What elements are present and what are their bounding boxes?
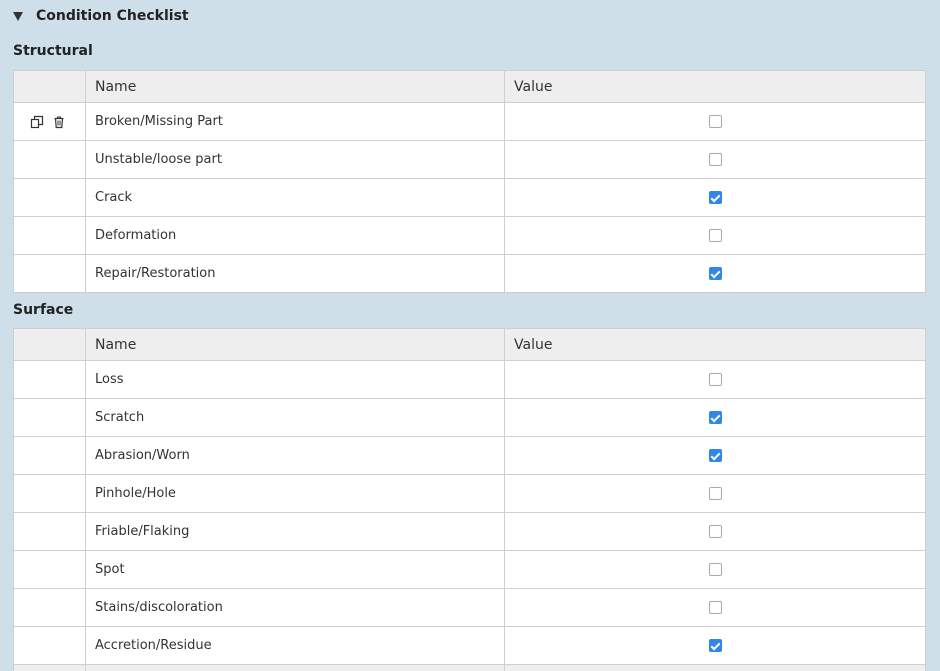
value-column-header[interactable]: Value <box>504 70 926 103</box>
row-actions <box>13 398 86 437</box>
table-row: Crack <box>13 178 926 217</box>
collapse-triangle-icon[interactable] <box>13 12 23 21</box>
row-actions <box>13 254 86 293</box>
row-name <box>85 664 505 671</box>
row-name: Broken/Missing Part <box>85 102 505 141</box>
row-actions <box>13 178 86 217</box>
row-name: Deformation <box>85 216 505 255</box>
table-row: Deformation <box>13 216 926 255</box>
table-row: Repair/Restoration <box>13 254 926 293</box>
row-name: Abrasion/Worn <box>85 436 505 475</box>
row-actions <box>13 216 86 255</box>
value-checkbox[interactable] <box>708 525 722 538</box>
row-value <box>504 102 926 141</box>
table-row: Broken/Missing Part <box>13 102 926 141</box>
row-actions <box>13 664 86 671</box>
section-title: Condition Checklist <box>36 8 189 24</box>
copy-icon[interactable] <box>30 115 44 129</box>
table-row: Unstable/loose part <box>13 140 926 179</box>
actions-column-header <box>13 70 86 103</box>
row-actions <box>13 550 86 589</box>
value-checkbox[interactable] <box>708 449 722 462</box>
row-name: Repair/Restoration <box>85 254 505 293</box>
table-header-row: Name Value <box>13 70 926 103</box>
group-title-structural: Structural <box>13 43 93 59</box>
condition-checklist-header[interactable]: Condition Checklist <box>0 0 940 36</box>
structural-table: Name Value Broken/Missing Part Unstable/… <box>13 70 926 293</box>
value-checkbox[interactable] <box>708 563 722 576</box>
table-header-row: Name Value <box>13 328 926 361</box>
actions-column-header <box>13 328 86 361</box>
row-value <box>504 588 926 627</box>
row-name: Pinhole/Hole <box>85 474 505 513</box>
value-checkbox[interactable] <box>708 115 722 128</box>
row-actions <box>13 360 86 399</box>
table-row: Pinhole/Hole <box>13 474 926 513</box>
value-checkbox[interactable] <box>708 229 722 242</box>
row-value <box>504 664 926 671</box>
row-value <box>504 550 926 589</box>
row-name: Stains/discoloration <box>85 588 505 627</box>
table-row: Abrasion/Worn <box>13 436 926 475</box>
value-checkbox[interactable] <box>708 191 722 204</box>
table-row: Scratch <box>13 398 926 437</box>
name-column-header[interactable]: Name <box>85 328 505 361</box>
name-column-header[interactable]: Name <box>85 70 505 103</box>
value-checkbox[interactable] <box>708 639 722 652</box>
row-actions <box>13 140 86 179</box>
table-row: Stains/discoloration <box>13 588 926 627</box>
row-value <box>504 216 926 255</box>
row-actions <box>13 436 86 475</box>
row-value <box>504 626 926 665</box>
value-checkbox[interactable] <box>708 267 722 280</box>
trash-icon[interactable] <box>52 115 66 129</box>
value-column-header[interactable]: Value <box>504 328 926 361</box>
table-row: Friable/Flaking <box>13 512 926 551</box>
value-checkbox[interactable] <box>708 601 722 614</box>
row-value <box>504 512 926 551</box>
row-actions <box>13 512 86 551</box>
row-actions <box>13 588 86 627</box>
row-value <box>504 360 926 399</box>
row-name: Spot <box>85 550 505 589</box>
row-name: Crack <box>85 178 505 217</box>
row-value <box>504 398 926 437</box>
table-row-partial <box>13 664 926 671</box>
row-value <box>504 254 926 293</box>
row-actions <box>13 474 86 513</box>
surface-table: Name Value Loss Scratch Abrasion/Worn Pi… <box>13 328 926 671</box>
row-name: Loss <box>85 360 505 399</box>
row-name: Accretion/Residue <box>85 626 505 665</box>
row-actions <box>13 626 86 665</box>
value-checkbox[interactable] <box>708 153 722 166</box>
table-row: Loss <box>13 360 926 399</box>
value-checkbox[interactable] <box>708 487 722 500</box>
row-name: Friable/Flaking <box>85 512 505 551</box>
row-name: Unstable/loose part <box>85 140 505 179</box>
row-name: Scratch <box>85 398 505 437</box>
value-checkbox[interactable] <box>708 411 722 424</box>
row-actions <box>13 102 86 141</box>
row-value <box>504 140 926 179</box>
table-row: Accretion/Residue <box>13 626 926 665</box>
value-checkbox[interactable] <box>708 373 722 386</box>
table-row: Spot <box>13 550 926 589</box>
row-value <box>504 474 926 513</box>
row-value <box>504 178 926 217</box>
row-value <box>504 436 926 475</box>
group-title-surface: Surface <box>13 302 74 318</box>
